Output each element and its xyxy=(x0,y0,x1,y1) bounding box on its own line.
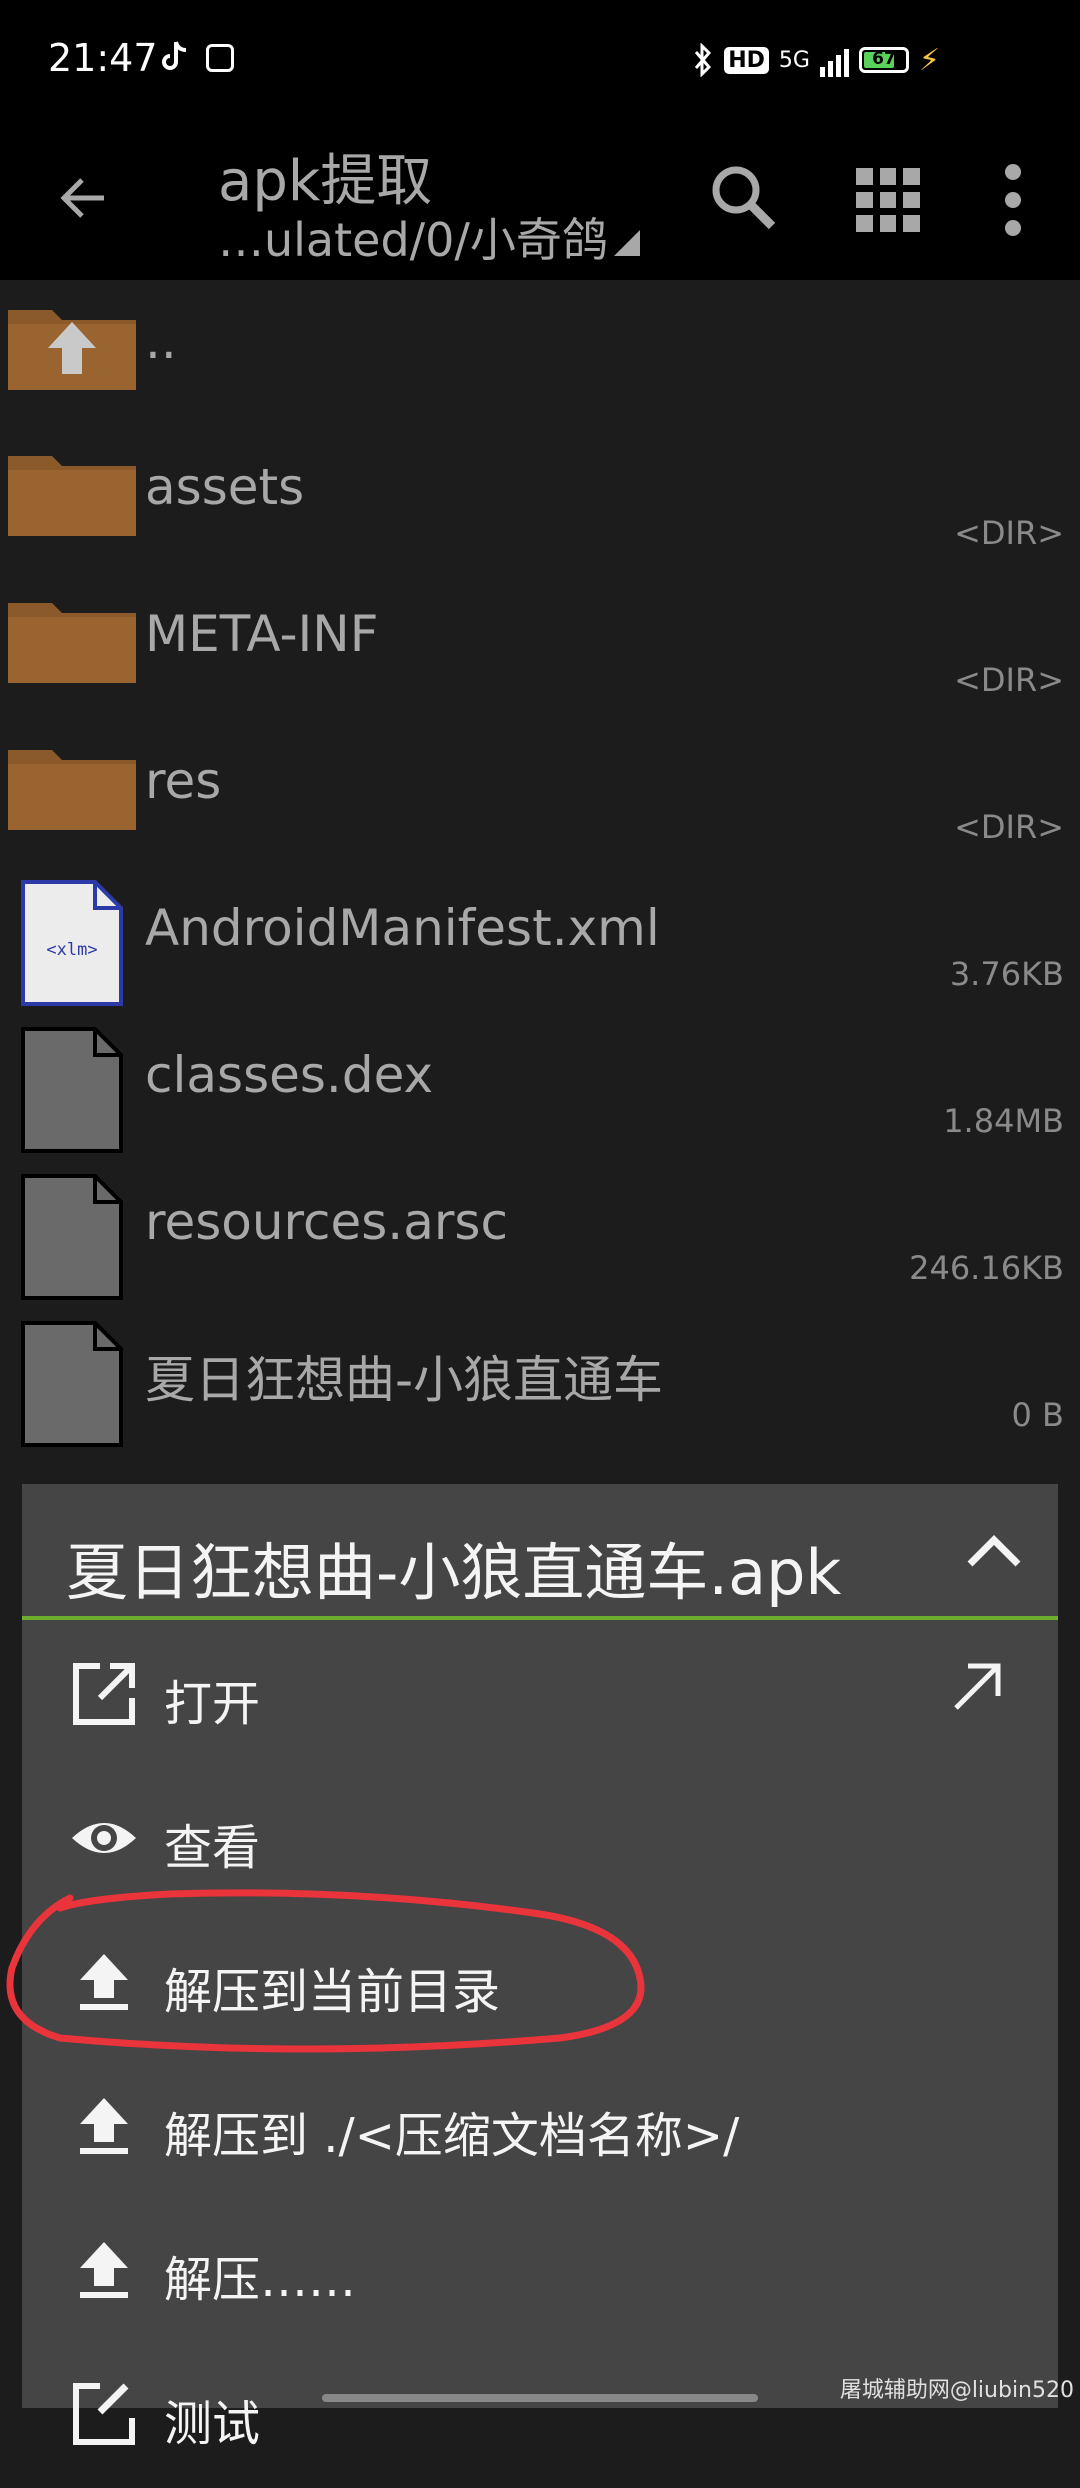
menu-title: 夏日狂想曲-小狼直通车.apk xyxy=(66,1536,842,1609)
file-meta: 1.84MB xyxy=(943,1102,1064,1140)
file-meta: <DIR> xyxy=(954,661,1064,699)
file-row-manifest[interactable]: <xlm> AndroidManifest.xml 3.76KB xyxy=(0,869,1080,1016)
bluetooth-icon xyxy=(695,43,712,77)
path-label: …ulated/0/小奇鸽 xyxy=(218,213,608,267)
upload-icon xyxy=(80,2242,128,2298)
status-bar: 21:47 HD 5G 67 ⚡ xyxy=(0,0,1080,124)
more-options-icon[interactable] xyxy=(998,164,1028,236)
file-meta: <DIR> xyxy=(954,514,1064,552)
file-name: resources.arsc xyxy=(145,1193,508,1251)
file-meta: 0 B xyxy=(1011,1396,1064,1434)
file-row-parent[interactable]: .. xyxy=(0,282,1080,429)
file-icon xyxy=(21,1174,123,1300)
menu-item-label: 解压到当前目录 xyxy=(164,1964,501,2020)
file-meta: 3.76KB xyxy=(949,955,1064,993)
battery-icon: 67 xyxy=(858,47,909,73)
file-name: 夏日狂想曲-小狼直通车 xyxy=(145,1351,664,1409)
file-name: assets xyxy=(145,458,305,516)
home-indicator[interactable] xyxy=(322,2394,758,2402)
upload-icon xyxy=(80,2098,128,2154)
dropdown-triangle-icon xyxy=(613,230,640,256)
file-actions-menu: 夏日狂想曲-小狼直通车.apk 打开 查看 解压到当前目录 解压到 ./<压缩文… xyxy=(22,1484,1058,2452)
eye-icon xyxy=(72,1823,136,1853)
xml-file-icon: <xlm> xyxy=(21,880,123,1006)
file-meta: 246.16KB xyxy=(909,1249,1064,1287)
file-row-game[interactable]: 夏日狂想曲-小狼直通车 0 B xyxy=(0,1310,1080,1457)
chevron-up-icon[interactable] xyxy=(964,1530,1024,1570)
file-icon xyxy=(21,1321,123,1447)
network-type: 5G xyxy=(778,47,810,73)
file-name: .. xyxy=(145,312,177,370)
menu-item-extract-here[interactable]: 解压到当前目录 xyxy=(22,1912,1058,2056)
signal-icon xyxy=(819,43,849,77)
menu-item-open[interactable]: 打开 xyxy=(22,1624,1058,1768)
menu-item-label: 解压到 ./<压缩文档名称>/ xyxy=(164,2108,740,2164)
charging-icon: ⚡ xyxy=(918,42,940,78)
menu-header[interactable]: 夏日狂想曲-小狼直通车.apk xyxy=(22,1484,1058,1620)
status-icons: HD 5G 67 ⚡ xyxy=(692,40,940,80)
folder-icon xyxy=(8,603,136,683)
edit-icon xyxy=(73,2383,135,2445)
battery-level: 67 xyxy=(872,49,896,69)
menu-item-label: 打开 xyxy=(164,1676,261,1732)
screenshot-icon xyxy=(206,44,234,72)
menu-item-view[interactable]: 查看 xyxy=(22,1768,1058,1912)
file-row-res[interactable]: res <DIR> xyxy=(0,722,1080,869)
xml-icon-label: <xlm> xyxy=(46,940,97,960)
file-name: META-INF xyxy=(145,605,379,663)
menu-item-label: 测试 xyxy=(164,2396,261,2452)
tiktok-icon xyxy=(162,41,187,70)
file-name: res xyxy=(145,752,222,810)
menu-item-label: 解压…… xyxy=(164,2252,357,2308)
folder-up-icon xyxy=(8,310,136,390)
status-time: 21:47 xyxy=(48,36,158,80)
back-arrow-icon[interactable] xyxy=(54,168,114,228)
search-icon[interactable] xyxy=(708,162,778,232)
file-row-classes[interactable]: classes.dex 1.84MB xyxy=(0,1016,1080,1163)
hd-icon: HD xyxy=(724,46,769,74)
watermark: 屠城辅助网@liubin520 xyxy=(839,2378,1074,2403)
upload-icon xyxy=(80,1954,128,2010)
folder-icon xyxy=(8,456,136,536)
menu-item-test[interactable]: 测试 xyxy=(22,2344,1058,2488)
file-icon xyxy=(21,1027,123,1153)
grid-view-icon[interactable] xyxy=(856,168,920,232)
menu-item-label: 查看 xyxy=(164,1820,261,1876)
menu-item-extract-to-folder[interactable]: 解压到 ./<压缩文档名称>/ xyxy=(22,2056,1058,2200)
open-external-icon xyxy=(73,1663,135,1725)
file-row-assets[interactable]: assets <DIR> xyxy=(0,428,1080,575)
file-meta: <DIR> xyxy=(954,808,1064,846)
file-name: AndroidManifest.xml xyxy=(145,899,660,957)
file-row-meta-inf[interactable]: META-INF <DIR> xyxy=(0,575,1080,722)
folder-icon xyxy=(8,750,136,830)
file-name: classes.dex xyxy=(145,1046,434,1104)
arrow-up-right-icon[interactable] xyxy=(948,1658,1006,1716)
current-path[interactable]: …ulated/0/小奇鸽 xyxy=(218,204,640,270)
menu-item-extract[interactable]: 解压…… xyxy=(22,2200,1058,2344)
top-app-bar: apk提取 …ulated/0/小奇鸽 xyxy=(0,124,1080,280)
file-row-resources[interactable]: resources.arsc 246.16KB xyxy=(0,1163,1080,1310)
